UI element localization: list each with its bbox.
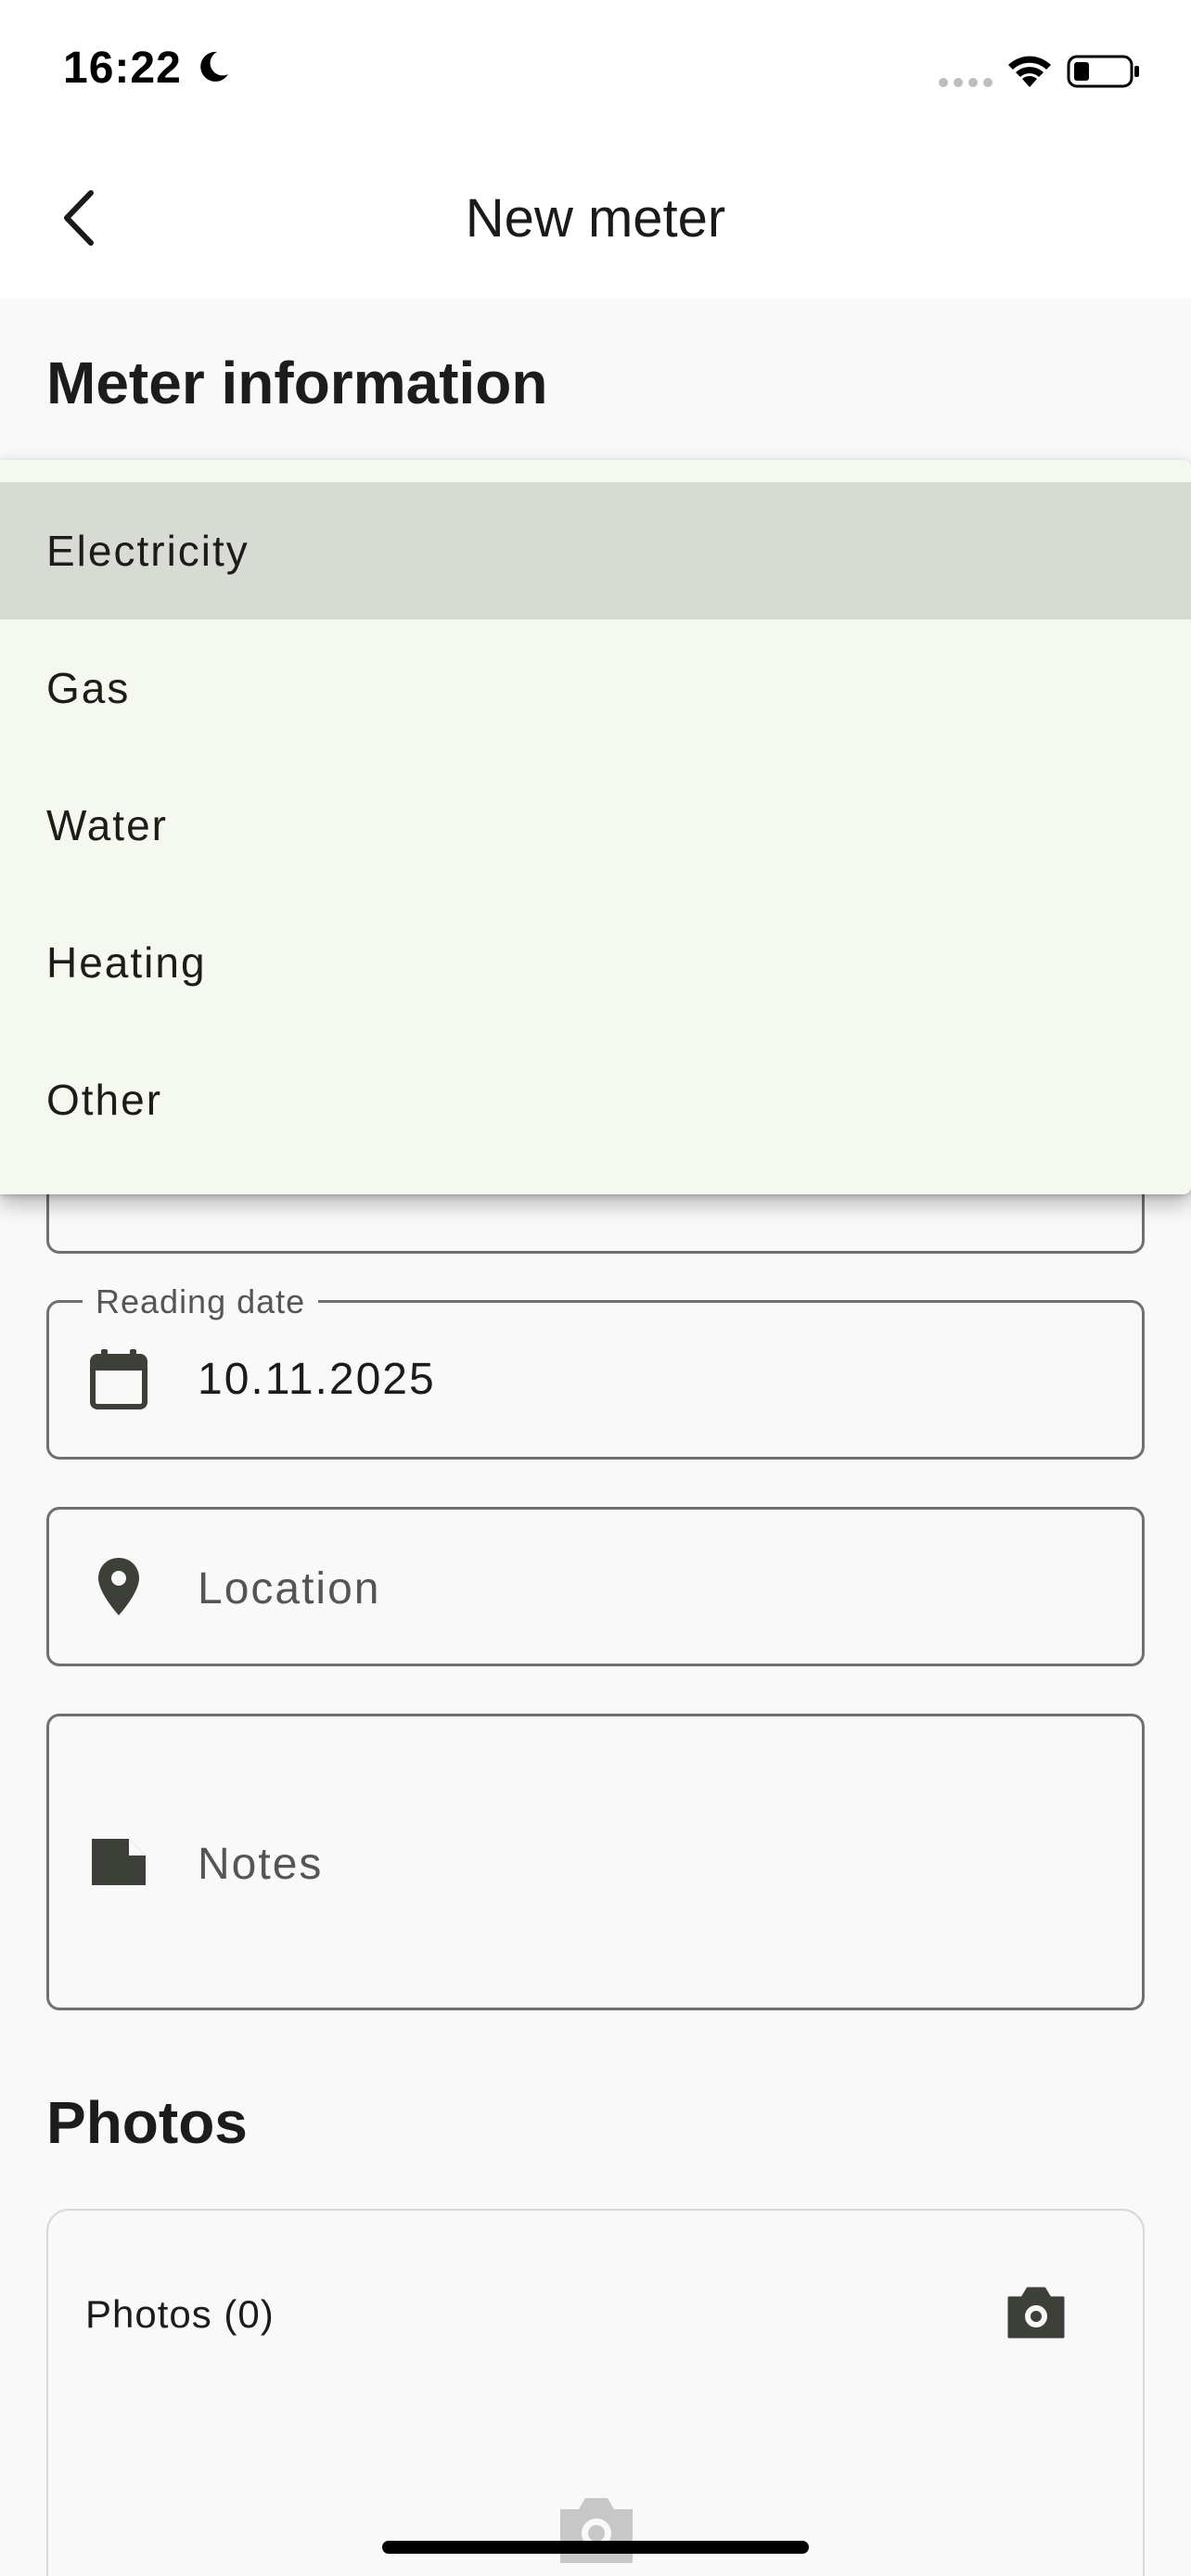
reading-date-label: Reading date [83, 1282, 319, 1321]
note-icon [92, 1839, 146, 1885]
home-indicator [382, 2541, 809, 2554]
notes-placeholder: Notes [198, 1840, 324, 1889]
photos-card: Photos (0) [46, 2209, 1145, 2576]
reading-date-value: 10.11.2025 [198, 1355, 436, 1404]
meter-type-dropdown-menu: Electricity Gas Water Heating Other [0, 460, 1191, 1194]
wifi-icon [1008, 56, 1051, 87]
photos-count: Photos (0) [85, 2292, 275, 2336]
section-title-meter-information: Meter information [46, 350, 548, 416]
battery-icon [1067, 55, 1139, 88]
menu-item-gas[interactable]: Gas [0, 619, 1191, 757]
calendar-icon [90, 1349, 147, 1409]
section-title-photos: Photos [46, 2089, 248, 2156]
menu-item-other[interactable]: Other [0, 1031, 1191, 1168]
moon-icon [200, 51, 228, 82]
notes-field[interactable]: Notes [46, 1714, 1145, 2010]
menu-item-heating[interactable]: Heating [0, 894, 1191, 1031]
location-placeholder: Location [198, 1564, 381, 1613]
reading-date-field[interactable]: Reading date 10.11.2025 [46, 1282, 1145, 1460]
status-time: 16:22 [63, 44, 182, 93]
app-bar: New meter [0, 139, 1191, 299]
menu-item-electricity[interactable]: Electricity [0, 482, 1191, 619]
page-title: New meter [465, 188, 726, 249]
location-pin-icon [98, 1558, 139, 1615]
screen: 16:22 New meter Meter information Readin… [0, 0, 1191, 2576]
location-field[interactable]: Location [46, 1507, 1145, 1666]
camera-icon[interactable] [1004, 2283, 1069, 2342]
cellular-signal-icon [939, 78, 992, 87]
menu-item-water[interactable]: Water [0, 757, 1191, 894]
camera-placeholder-icon [560, 2498, 633, 2563]
status-bar: 16:22 [0, 0, 1191, 139]
